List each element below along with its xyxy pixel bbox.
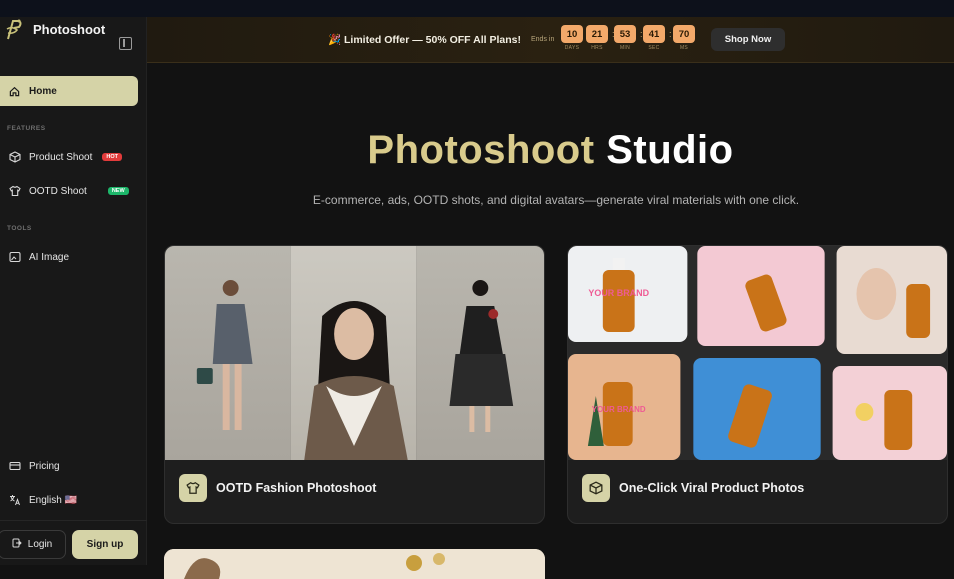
countdown-value: 41 bbox=[643, 25, 665, 43]
sidebar-item-label: AI Image bbox=[29, 251, 70, 263]
promo-banner: 🎉 Limited Offer — 50% OFF All Plans! End… bbox=[147, 17, 954, 63]
sidebar-item-product-shoot[interactable]: Product Shoot HOT bbox=[0, 142, 138, 172]
bottle-brand-text: YOUR BRAND bbox=[588, 288, 649, 298]
card-title: OOTD Fashion Photoshoot bbox=[216, 481, 377, 495]
brand-logo-icon bbox=[6, 19, 22, 40]
section-label-tools: TOOLS bbox=[7, 225, 32, 232]
title-accent: Photoshoot bbox=[367, 128, 595, 172]
title-rest: Studio bbox=[606, 128, 734, 172]
ootd-fashion-image bbox=[165, 246, 544, 460]
sidebar-item-label: Pricing bbox=[29, 460, 60, 472]
countdown-separator: : bbox=[669, 29, 672, 39]
ends-in-label: Ends in bbox=[531, 36, 555, 43]
box-icon bbox=[582, 474, 610, 502]
login-label: Login bbox=[27, 539, 53, 550]
sidebar-divider bbox=[0, 520, 147, 521]
home-icon bbox=[8, 85, 21, 98]
countdown-minutes: 53 MIN bbox=[614, 25, 636, 51]
bottle-brand-text: YOUR BRAND bbox=[592, 405, 646, 414]
sidebar-item-label: Product Shoot bbox=[29, 151, 93, 163]
shop-now-button[interactable]: Shop Now bbox=[711, 28, 785, 51]
countdown-unit: HRS bbox=[591, 45, 603, 51]
section-label-features: FEATURES bbox=[7, 125, 46, 132]
pricing-icon bbox=[8, 460, 21, 473]
sidebar-item-label: English 🇺🇸 bbox=[29, 494, 78, 506]
translate-icon bbox=[8, 494, 21, 507]
sidebar-item-label: Home bbox=[29, 85, 57, 97]
hot-badge: HOT bbox=[102, 153, 122, 161]
countdown-value: 70 bbox=[673, 25, 695, 43]
card-footer: One-Click Viral Product Photos bbox=[582, 474, 804, 502]
brand-name: Photoshoot bbox=[33, 21, 106, 37]
countdown-unit: SEC bbox=[648, 45, 660, 51]
card-partial[interactable] bbox=[164, 549, 545, 579]
card-title: One-Click Viral Product Photos bbox=[619, 481, 805, 495]
shirt-icon bbox=[179, 474, 207, 502]
ai-image-icon bbox=[8, 251, 21, 264]
new-badge: NEW bbox=[107, 187, 129, 195]
login-icon bbox=[12, 538, 22, 551]
brand[interactable]: Photoshoot bbox=[4, 17, 105, 41]
countdown-hours: 21 HRS bbox=[586, 25, 608, 51]
box-icon bbox=[8, 151, 21, 164]
sidebar-item-language[interactable]: English 🇺🇸 bbox=[0, 485, 138, 515]
signup-button[interactable]: Sign up bbox=[72, 530, 138, 559]
countdown-ms: 70 MS bbox=[673, 25, 695, 51]
sidebar-item-home[interactable]: Home bbox=[0, 76, 138, 106]
promo-text: 🎉 Limited Offer — 50% OFF All Plans! bbox=[328, 34, 521, 46]
collapse-sidebar-icon[interactable] bbox=[119, 37, 132, 50]
sidebar-item-label: OOTD Shoot bbox=[29, 185, 87, 197]
countdown-days: 10 DAYS bbox=[561, 25, 583, 51]
page-title: Photoshoot Studio bbox=[147, 128, 954, 173]
viral-product-image: YOUR BRAND YOUR BRAND bbox=[568, 246, 947, 460]
sidebar-item-ootd-shoot[interactable]: OOTD Shoot NEW bbox=[0, 176, 138, 206]
countdown-unit: MIN bbox=[619, 45, 631, 51]
card-viral-product[interactable]: YOUR BRAND YOUR BRAND One-Click Viral Pr… bbox=[567, 245, 948, 524]
card-ootd-fashion[interactable]: OOTD Fashion Photoshoot bbox=[164, 245, 545, 524]
sidebar-item-ai-image[interactable]: AI Image bbox=[0, 242, 138, 272]
countdown-unit: DAYS bbox=[564, 45, 580, 51]
top-strip bbox=[0, 0, 954, 17]
sidebar-item-pricing[interactable]: Pricing bbox=[0, 451, 138, 481]
login-button[interactable]: Login bbox=[0, 530, 66, 559]
countdown-value: 10 bbox=[561, 25, 583, 43]
card-footer: OOTD Fashion Photoshoot bbox=[179, 474, 376, 502]
page-subtitle: E-commerce, ads, OOTD shots, and digital… bbox=[312, 193, 800, 207]
countdown-value: 21 bbox=[586, 25, 608, 43]
countdown-value: 53 bbox=[614, 25, 636, 43]
countdown-seconds: 41 SEC bbox=[643, 25, 665, 51]
countdown-unit: MS bbox=[679, 45, 689, 51]
shirt-icon bbox=[8, 185, 21, 198]
partial-card-image bbox=[164, 549, 545, 579]
